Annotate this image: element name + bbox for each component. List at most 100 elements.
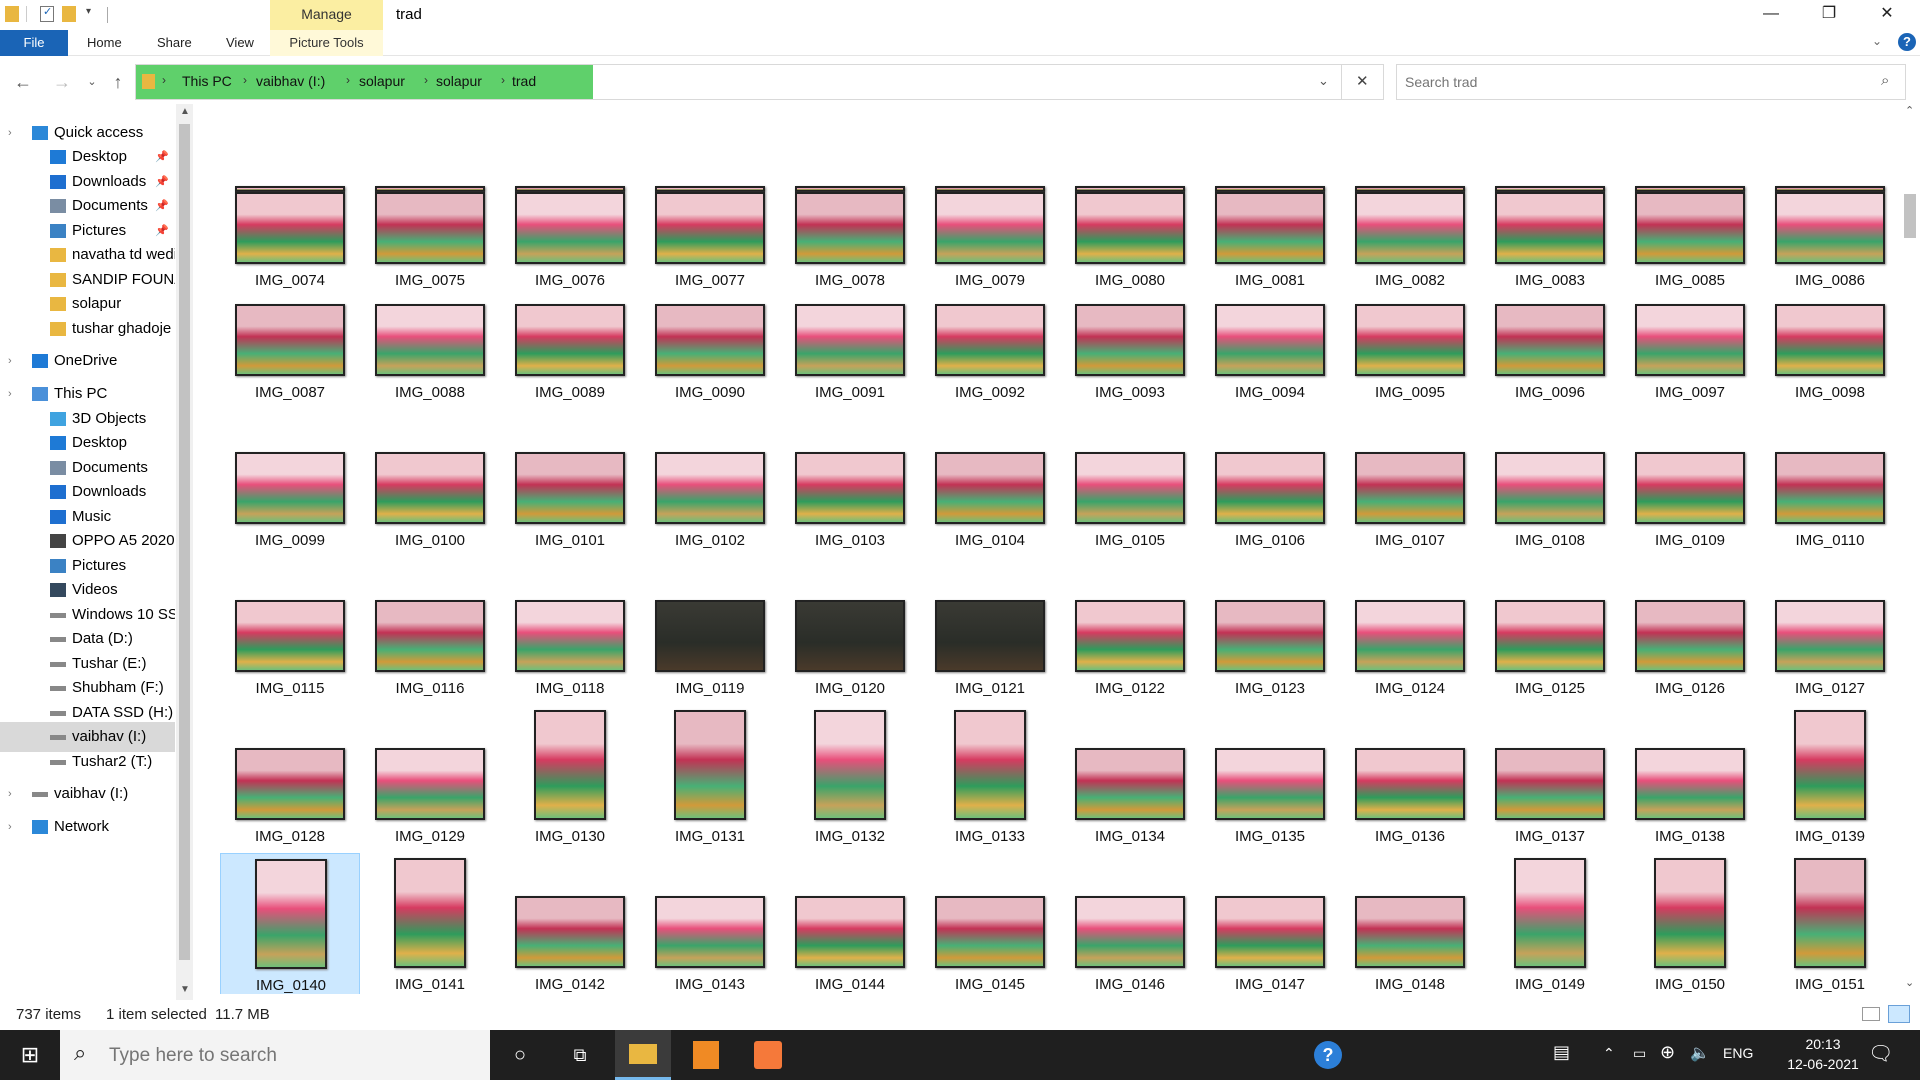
file-tile[interactable]: IMG_0092 xyxy=(920,261,1060,409)
customize-quick-access-icon[interactable]: ▾ xyxy=(86,6,91,17)
file-tile[interactable]: IMG_0116 xyxy=(360,557,500,705)
tab-share[interactable]: Share xyxy=(157,30,192,56)
file-tile[interactable]: IMG_0108 xyxy=(1480,409,1620,557)
scroll-up-icon[interactable]: ▲ xyxy=(180,106,190,117)
file-tile[interactable]: IMG_0149 xyxy=(1480,853,1620,994)
file-tile[interactable]: IMG_0101 xyxy=(500,409,640,557)
file-tile[interactable]: IMG_0148 xyxy=(1340,853,1480,994)
breadcrumb-this-pc[interactable]: This PC xyxy=(182,73,232,89)
breadcrumb-solapur-2[interactable]: solapur xyxy=(436,73,482,89)
details-view-icon[interactable] xyxy=(1862,1007,1880,1021)
up-button[interactable]: ↑ xyxy=(106,70,130,94)
file-tile[interactable]: IMG_0150 xyxy=(1620,853,1760,994)
nav-scrollbar[interactable]: ▲ ▼ xyxy=(176,104,193,1000)
file-tile[interactable]: IMG_0095 xyxy=(1340,261,1480,409)
file-tile[interactable]: IMG_0090 xyxy=(640,261,780,409)
file-tile[interactable]: IMG_0098 xyxy=(1760,261,1900,409)
file-tile[interactable]: IMG_0121 xyxy=(920,557,1060,705)
large-icons-view-icon[interactable] xyxy=(1888,1005,1910,1023)
file-tile[interactable]: IMG_0125 xyxy=(1480,557,1620,705)
expand-chevron-icon[interactable]: › xyxy=(8,812,12,842)
restore-button[interactable]: ❐ xyxy=(1800,0,1858,30)
file-tile[interactable]: IMG_0133 xyxy=(920,705,1060,853)
file-tile[interactable]: IMG_0106 xyxy=(1200,409,1340,557)
address-dropdown-icon[interactable]: ⌄ xyxy=(1318,73,1329,89)
file-tile[interactable]: IMG_0136 xyxy=(1340,705,1480,853)
help-tips-icon[interactable]: ? xyxy=(1300,1030,1356,1080)
notifications-icon[interactable]: 🗨 xyxy=(1868,1041,1893,1066)
file-tile[interactable]: IMG_0088 xyxy=(360,261,500,409)
forward-button[interactable]: → xyxy=(50,70,74,94)
battery-icon[interactable]: ▭ xyxy=(1633,1045,1646,1062)
help-icon[interactable]: ? xyxy=(1898,33,1916,51)
file-tile[interactable]: IMG_0151 xyxy=(1760,853,1900,994)
file-tile[interactable]: IMG_0137 xyxy=(1480,705,1620,853)
file-tile[interactable]: IMG_0141 xyxy=(360,853,500,994)
network-icon[interactable]: ⊕ xyxy=(1660,1042,1675,1063)
search-icon[interactable]: ⌕ xyxy=(1881,72,1889,89)
taskbar-search[interactable]: ⌕ xyxy=(60,1030,490,1080)
file-tile[interactable]: IMG_0100 xyxy=(360,409,500,557)
language-indicator[interactable]: ENG xyxy=(1723,1045,1753,1061)
file-tile[interactable]: IMG_0127 xyxy=(1760,557,1900,705)
sublime-text-icon[interactable] xyxy=(678,1030,734,1080)
tab-home[interactable]: Home xyxy=(87,30,122,56)
tab-picture-tools[interactable]: Picture Tools xyxy=(270,30,383,56)
file-tile[interactable]: IMG_0135 xyxy=(1200,705,1340,853)
file-tile[interactable]: IMG_0129 xyxy=(360,705,500,853)
file-tile[interactable]: IMG_0099 xyxy=(220,409,360,557)
nav-item[interactable]: Tushar2 (T:) xyxy=(0,747,175,777)
task-view-icon[interactable]: ⧉ xyxy=(552,1030,608,1080)
back-button[interactable]: ← xyxy=(11,70,35,94)
tab-view[interactable]: View xyxy=(226,30,254,56)
expand-ribbon-icon[interactable]: ⌄ xyxy=(1872,34,1882,48)
file-tile[interactable]: IMG_0144 xyxy=(780,853,920,994)
search-box[interactable]: ⌕ xyxy=(1396,64,1906,100)
file-tile[interactable]: IMG_0145 xyxy=(920,853,1060,994)
file-tile[interactable]: IMG_0094 xyxy=(1200,261,1340,409)
file-tile[interactable]: IMG_0093 xyxy=(1060,261,1200,409)
file-tile[interactable]: IMG_0123 xyxy=(1200,557,1340,705)
taskbar-search-input[interactable] xyxy=(109,1044,479,1068)
file-tile[interactable]: IMG_0104 xyxy=(920,409,1060,557)
file-tile[interactable]: IMG_0105 xyxy=(1060,409,1200,557)
file-tile[interactable]: IMG_0118 xyxy=(500,557,640,705)
file-tile[interactable]: IMG_0124 xyxy=(1340,557,1480,705)
xampp-icon[interactable] xyxy=(740,1030,796,1080)
main-scrollbar[interactable]: ⌃ ⌄ xyxy=(1900,104,1920,994)
cortana-icon[interactable]: ○ xyxy=(492,1030,548,1080)
file-tile[interactable]: IMG_0107 xyxy=(1340,409,1480,557)
action-icons-icon[interactable]: ▤ xyxy=(1553,1042,1570,1063)
breadcrumb-trad[interactable]: trad xyxy=(512,73,536,89)
file-tile[interactable]: IMG_0109 xyxy=(1620,409,1760,557)
file-tile[interactable]: IMG_0115 xyxy=(220,557,360,705)
new-folder-icon[interactable] xyxy=(62,6,76,22)
file-tile[interactable]: IMG_0096 xyxy=(1480,261,1620,409)
file-tile[interactable]: IMG_0110 xyxy=(1760,409,1900,557)
clock-time[interactable]: 20:13 xyxy=(1788,1036,1858,1052)
address-bar[interactable]: › This PC › vaibhav (I:) › solapur › sol… xyxy=(135,64,1384,100)
breadcrumb-solapur[interactable]: solapur xyxy=(359,73,405,89)
scroll-up-icon[interactable]: ⌃ xyxy=(1905,104,1914,117)
scroll-down-icon[interactable]: ⌄ xyxy=(1905,976,1914,989)
nav-item[interactable]: tushar ghadoje xyxy=(0,314,175,344)
close-button[interactable]: ✕ xyxy=(1858,0,1916,30)
file-explorer-taskbar-icon[interactable] xyxy=(615,1030,671,1080)
clear-address-button[interactable]: ✕ xyxy=(1356,72,1369,90)
start-button[interactable]: ⊞ xyxy=(2,1030,58,1080)
nav-item[interactable]: › OneDrive xyxy=(0,346,175,376)
clock-date[interactable]: 12-06-2021 xyxy=(1778,1056,1868,1072)
file-tile[interactable]: IMG_0103 xyxy=(780,409,920,557)
file-tile[interactable]: IMG_0119 xyxy=(640,557,780,705)
scroll-down-icon[interactable]: ▼ xyxy=(180,984,190,995)
file-tile[interactable]: IMG_0097 xyxy=(1620,261,1760,409)
expand-chevron-icon[interactable]: › xyxy=(8,346,12,376)
tab-file[interactable]: File xyxy=(0,30,68,56)
volume-icon[interactable]: 🔈 xyxy=(1690,1043,1710,1063)
file-tile[interactable]: IMG_0134 xyxy=(1060,705,1200,853)
file-tile[interactable]: IMG_0142 xyxy=(500,853,640,994)
file-tile[interactable]: IMG_0139 xyxy=(1760,705,1900,853)
nav-item[interactable]: › vaibhav (I:) xyxy=(0,779,175,809)
file-tile[interactable]: IMG_0089 xyxy=(500,261,640,409)
file-tile[interactable]: IMG_0091 xyxy=(780,261,920,409)
